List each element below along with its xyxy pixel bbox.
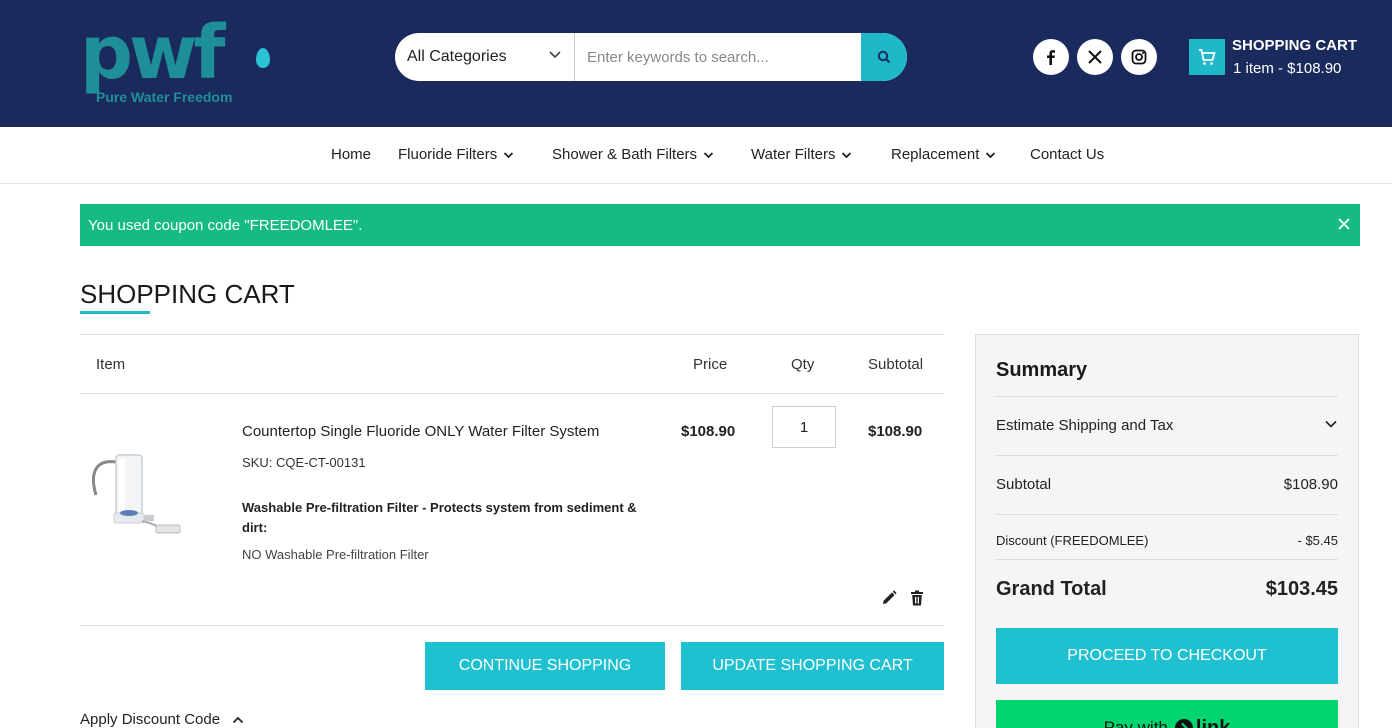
site-logo[interactable]: pwf Pure Water Freedom bbox=[80, 12, 270, 107]
chevron-down-icon bbox=[548, 47, 562, 64]
estimate-shipping-toggle[interactable]: Estimate Shipping and Tax bbox=[996, 417, 1338, 434]
nav-item-label: Home bbox=[331, 146, 372, 163]
close-icon[interactable] bbox=[1338, 214, 1350, 235]
search-icon bbox=[877, 50, 891, 64]
search-button[interactable] bbox=[861, 33, 907, 81]
discount-label: Discount (FREEDOMLEE) bbox=[996, 533, 1149, 548]
link-arrow-icon bbox=[1174, 719, 1193, 728]
nav-item-label: Shower & Bath Filters bbox=[552, 146, 698, 163]
category-select-label: All Categories bbox=[407, 48, 507, 65]
update-cart-button[interactable]: UPDATE SHOPPING CART bbox=[681, 642, 944, 690]
nav-item-home[interactable]: Home bbox=[331, 146, 371, 163]
quantity-input[interactable] bbox=[772, 406, 836, 448]
link-logo: link bbox=[1174, 717, 1230, 728]
grand-total-value: $103.45 bbox=[1265, 578, 1338, 600]
subtotal-label: Subtotal bbox=[996, 476, 1052, 493]
nav-item-label: Replacement bbox=[891, 146, 980, 163]
coupon-success-message: You used coupon code "FREEDOMLEE". bbox=[80, 204, 1360, 246]
mini-cart-title[interactable]: SHOPPING CART bbox=[1232, 37, 1357, 54]
site-header: pwf Pure Water Freedom All Categories SH… bbox=[0, 0, 1392, 127]
logo-subtitle: Pure Water Freedom bbox=[96, 89, 233, 105]
nav-item-water-filters[interactable]: Water Filters bbox=[751, 146, 852, 163]
summary-divider bbox=[996, 396, 1338, 397]
nav-item-shower-bath-filters[interactable]: Shower & Bath Filters bbox=[552, 146, 714, 163]
chevron-down-icon bbox=[703, 151, 714, 162]
nav-item-contact-us[interactable]: Contact Us bbox=[1030, 146, 1104, 163]
page-title: SHOPPING CART bbox=[80, 279, 295, 309]
summary-grand-total-row: Grand Total $103.45 bbox=[996, 578, 1338, 601]
nav-item-fluoride-filters[interactable]: Fluoride Filters bbox=[398, 146, 514, 163]
item-subtotal: $108.90 bbox=[868, 423, 923, 440]
pay-with-link-button[interactable]: Pay with link bbox=[996, 700, 1338, 728]
product-option-label: Washable Pre-filtration Filter - Protect… bbox=[242, 500, 637, 535]
paylink-prefix: Pay with bbox=[1103, 718, 1168, 728]
summary-discount-row: Discount (FREEDOMLEE) - $5.45 bbox=[996, 533, 1338, 548]
proceed-to-checkout-button[interactable]: PROCEED TO CHECKOUT bbox=[996, 628, 1338, 684]
discount-value: - $5.45 bbox=[1297, 533, 1338, 548]
summary-title: Summary bbox=[996, 359, 1088, 381]
table-bottom-divider bbox=[80, 625, 944, 626]
product-sku: SKU: CQE-CT-00131 bbox=[242, 455, 366, 470]
edit-icon[interactable] bbox=[880, 589, 898, 607]
summary-divider bbox=[996, 455, 1338, 456]
search-input[interactable] bbox=[576, 33, 861, 81]
apply-discount-toggle[interactable]: Apply Discount Code bbox=[80, 711, 244, 728]
instagram-icon[interactable] bbox=[1121, 39, 1157, 75]
x-twitter-icon[interactable] bbox=[1077, 39, 1113, 75]
column-header-subtotal: Subtotal bbox=[868, 356, 924, 373]
cart-icon[interactable] bbox=[1189, 39, 1225, 75]
chevron-down-icon bbox=[1324, 417, 1338, 435]
product-name-link[interactable]: Countertop Single Fluoride ONLY Water Fi… bbox=[242, 423, 599, 440]
item-price: $108.90 bbox=[681, 423, 736, 440]
apply-discount-label: Apply Discount Code bbox=[80, 711, 221, 728]
category-select[interactable]: All Categories bbox=[395, 33, 575, 81]
product-option-value: NO Washable Pre-filtration Filter bbox=[242, 547, 429, 562]
link-brand-text: link bbox=[1195, 716, 1231, 728]
trash-icon[interactable] bbox=[908, 589, 926, 607]
nav-item-label: Fluoride Filters bbox=[398, 146, 498, 163]
column-header-price: Price bbox=[693, 356, 728, 373]
nav-item-replacement[interactable]: Replacement bbox=[891, 146, 996, 163]
water-drop-icon bbox=[256, 48, 270, 68]
search-bar: All Categories bbox=[395, 33, 907, 81]
subtotal-value: $108.90 bbox=[1283, 476, 1338, 493]
logo-text: pwf bbox=[80, 10, 226, 96]
main-nav: Home Fluoride Filters Shower & Bath Filt… bbox=[0, 127, 1392, 184]
summary-subtotal-row: Subtotal $108.90 bbox=[996, 476, 1338, 493]
facebook-icon[interactable] bbox=[1033, 39, 1069, 75]
product-image[interactable] bbox=[86, 447, 186, 547]
summary-divider bbox=[996, 514, 1338, 515]
coupon-message-text: You used coupon code "FREEDOMLEE". bbox=[88, 217, 363, 234]
mini-cart-summary[interactable]: 1 item - $108.90 bbox=[1233, 60, 1341, 77]
chevron-up-icon bbox=[232, 711, 244, 728]
column-header-qty: Qty bbox=[791, 356, 815, 373]
order-summary: Summary Estimate Shipping and Tax Subtot… bbox=[975, 334, 1359, 728]
title-underline bbox=[80, 311, 150, 314]
chevron-down-icon bbox=[841, 151, 852, 162]
column-header-item: Item bbox=[96, 356, 126, 373]
table-top-divider bbox=[80, 334, 944, 335]
nav-item-label: Water Filters bbox=[751, 146, 836, 163]
chevron-down-icon bbox=[985, 151, 996, 162]
nav-item-label: Contact Us bbox=[1030, 146, 1105, 163]
estimate-shipping-label: Estimate Shipping and Tax bbox=[996, 417, 1174, 434]
chevron-down-icon bbox=[503, 151, 514, 162]
table-header-divider bbox=[80, 393, 944, 394]
summary-divider bbox=[996, 559, 1338, 560]
continue-shopping-button[interactable]: CONTINUE SHOPPING bbox=[425, 642, 665, 690]
grand-total-label: Grand Total bbox=[996, 578, 1107, 600]
